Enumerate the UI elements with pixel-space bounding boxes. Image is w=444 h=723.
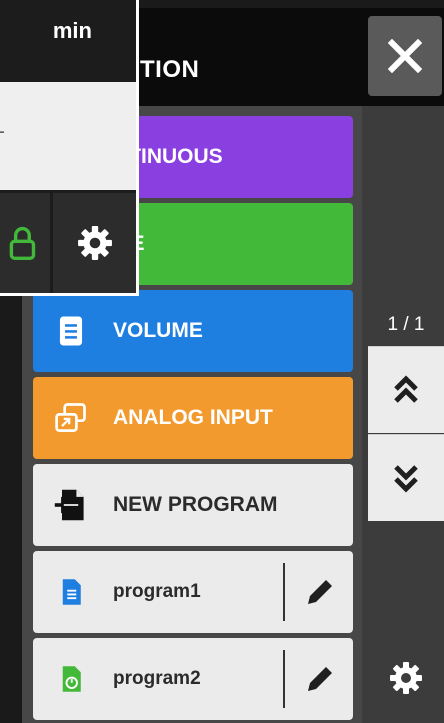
mode-item-new-program[interactable]: NEW PROGRAM	[33, 464, 353, 546]
divider	[283, 650, 285, 708]
pencil-icon	[308, 667, 332, 691]
program-timer-icon	[51, 659, 91, 699]
divider	[283, 563, 285, 621]
mode-item-volume[interactable]: VOLUME	[33, 290, 353, 372]
overlay-menu-item[interactable]: T	[0, 82, 136, 190]
settings-button[interactable]	[368, 640, 444, 716]
lock-button[interactable]	[0, 193, 50, 293]
mode-label: ANALOG INPUT	[113, 406, 273, 429]
gear-icon	[77, 226, 112, 260]
double-chevron-down-icon	[394, 465, 418, 493]
program-label: program2	[113, 668, 201, 689]
edit-program1-button[interactable]	[291, 557, 349, 627]
mode-item-analog-input[interactable]: ANALOG INPUT	[33, 377, 353, 459]
mode-label: NEW PROGRAM	[113, 493, 278, 516]
scroll-up-button[interactable]	[368, 346, 444, 433]
overlay-settings-button[interactable]	[53, 193, 136, 293]
program-file-icon	[51, 572, 91, 612]
new-program-icon	[51, 485, 91, 525]
close-icon	[388, 39, 422, 73]
overlay-menu-item-label: T	[0, 128, 4, 148]
pencil-icon	[308, 580, 332, 604]
close-button[interactable]	[368, 16, 442, 96]
program-label: program1	[113, 581, 201, 602]
lock-icon	[9, 226, 36, 260]
analog-input-icon	[51, 398, 91, 438]
gear-icon	[390, 662, 422, 694]
scroll-down-button[interactable]	[368, 434, 444, 521]
mode-label: VOLUME	[113, 319, 203, 342]
panel-title: TION	[140, 56, 200, 83]
program-item-program1[interactable]: program1	[33, 551, 353, 633]
edit-program2-button[interactable]	[291, 644, 349, 714]
volume-icon	[51, 311, 91, 351]
page-indicator: 1 / 1	[387, 314, 425, 335]
double-chevron-up-icon	[394, 375, 418, 403]
overlay-title: min	[52, 18, 92, 43]
program-item-program2[interactable]: program2	[33, 638, 353, 720]
